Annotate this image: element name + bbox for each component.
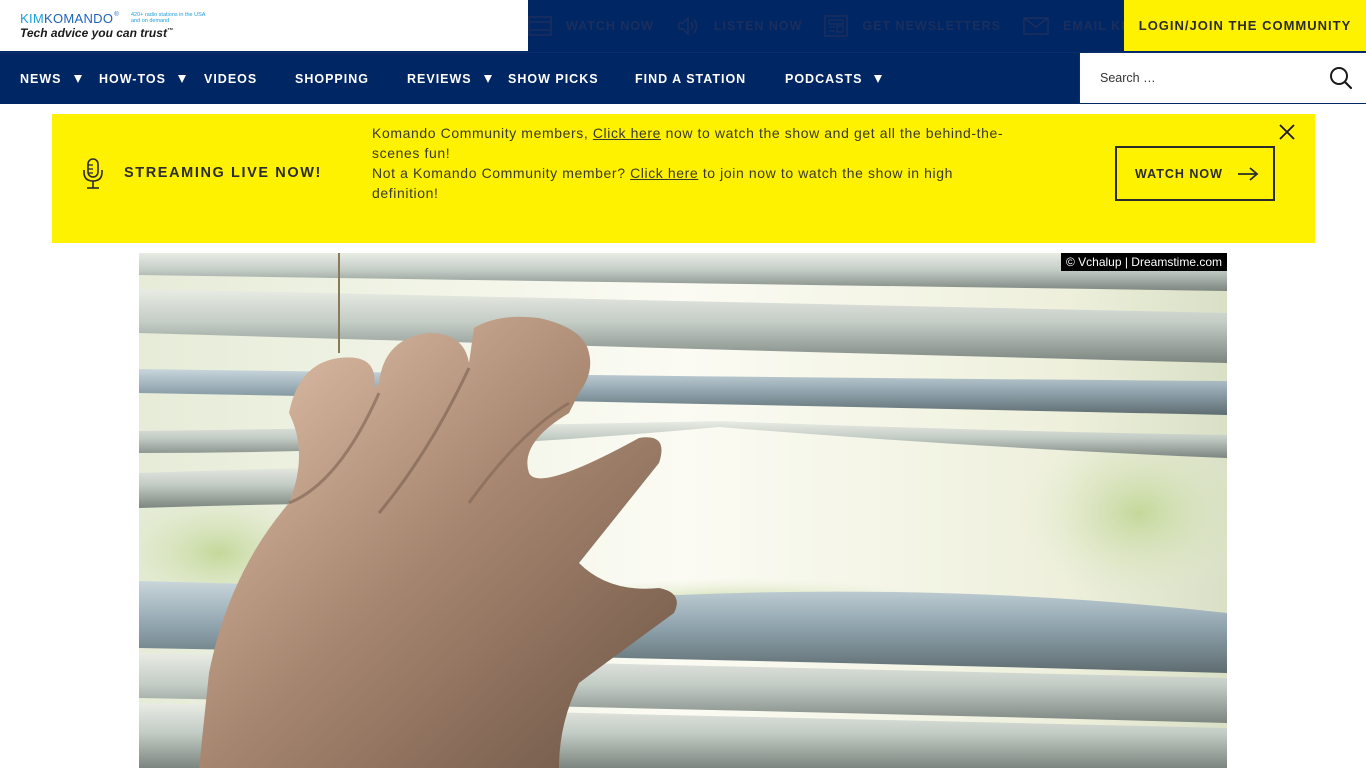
nav-item-reviews[interactable]: REVIEWS	[407, 53, 492, 104]
nav-item-find-a-station[interactable]: FIND A STATION	[635, 53, 746, 104]
nav-item-label: SHOPPING	[295, 71, 369, 86]
logo-tagline-small: 420+ radio stations in the USA and on de…	[131, 12, 206, 24]
search-input[interactable]	[1080, 53, 1320, 103]
watch-now-button[interactable]: WATCH NOW	[1115, 146, 1275, 201]
utility-link-email-kim[interactable]: EMAIL KIM	[1023, 16, 1137, 35]
photo-credit: © Vchalup | Dreamstime.com	[1060, 253, 1227, 271]
nav-item-podcasts[interactable]: PODCASTS	[785, 53, 883, 104]
search-icon[interactable]	[1328, 65, 1354, 91]
logo[interactable]: KIM KOMANDO ® 420+ radio stations in the…	[0, 0, 528, 51]
utility-link-newsletters[interactable]: GET NEWSLETTERS	[824, 14, 1002, 37]
banner-text: Komando Community members,	[372, 125, 593, 141]
logo-kim: KIM	[20, 11, 45, 26]
nav-item-label: HOW-TOS	[99, 71, 166, 86]
banner-message: Komando Community members, Click here no…	[372, 123, 1012, 203]
logo-slogan-text: Tech advice you can trust	[20, 26, 167, 40]
logo-registered: ®	[114, 12, 119, 18]
nav-item-label: FIND A STATION	[635, 71, 747, 86]
nav-item-label: VIDEOS	[204, 71, 258, 86]
top-utility-bar: KIM KOMANDO ® 420+ radio stations in the…	[0, 0, 1366, 52]
caret-down-icon[interactable]	[177, 74, 186, 83]
hero-image: © Vchalup | Dreamstime.com	[139, 253, 1227, 768]
banner-line-nonmembers: Not a Komando Community member? Click he…	[372, 163, 1012, 203]
login-join-button[interactable]: LOGIN/JOIN THE COMMUNITY	[1124, 0, 1366, 51]
utility-links: WATCH NOW LISTEN NOW GET NEWSLETTERS EMA…	[528, 0, 1159, 51]
streaming-live-banner: STREAMING LIVE NOW! Komando Community me…	[52, 114, 1315, 243]
caret-down-icon[interactable]	[73, 74, 82, 83]
watch-now-label: WATCH NOW	[1135, 166, 1223, 181]
utility-link-label: LISTEN NOW	[713, 18, 803, 33]
utility-link-label: WATCH NOW	[566, 18, 654, 33]
logo-trademark: ™	[166, 28, 173, 34]
caret-down-icon[interactable]	[874, 74, 883, 83]
main-navigation: NEWS HOW-TOS VIDEOS SHOPPING REVIEWS SHO…	[0, 52, 1366, 104]
blinds-hand-photo	[139, 253, 1227, 768]
logo-slogan: Tech advice you can trust™	[20, 26, 173, 40]
utility-link-label: GET NEWSLETTERS	[862, 18, 1002, 33]
nav-item-label: PODCASTS	[785, 71, 863, 86]
logo-komando: KOMANDO	[44, 11, 114, 26]
search-form	[1079, 53, 1366, 103]
streaming-title: STREAMING LIVE NOW!	[124, 165, 322, 181]
nav-item-show-picks[interactable]: SHOW PICKS	[508, 53, 599, 104]
video-player-icon	[528, 15, 552, 36]
members-click-here-link[interactable]: Click here	[593, 125, 661, 141]
utility-link-listen-now[interactable]: LISTEN NOW	[676, 15, 802, 37]
banner-text: Not a Komando Community member?	[372, 165, 631, 181]
envelope-icon	[1023, 16, 1049, 35]
logo-wordmark: KIM KOMANDO ®	[20, 11, 119, 26]
nav-item-news[interactable]: NEWS	[20, 53, 82, 104]
nav-item-label: NEWS	[20, 71, 62, 86]
utility-link-watch-now[interactable]: WATCH NOW	[528, 15, 654, 36]
join-click-here-link[interactable]: Click here	[630, 165, 698, 181]
microphone-icon	[83, 158, 103, 189]
nav-item-videos[interactable]: VIDEOS	[204, 53, 257, 104]
nav-item-how-tos[interactable]: HOW-TOS	[99, 53, 186, 104]
nav-item-label: SHOW PICKS	[508, 71, 599, 86]
nav-item-shopping[interactable]: SHOPPING	[295, 53, 369, 104]
speaker-icon	[678, 15, 698, 36]
newsletter-icon	[824, 14, 849, 37]
close-icon[interactable]	[1278, 123, 1296, 141]
arrow-right-icon	[1237, 166, 1259, 181]
caret-down-icon[interactable]	[483, 74, 492, 83]
banner-line-members: Komando Community members, Click here no…	[372, 123, 1012, 163]
nav-item-label: REVIEWS	[407, 71, 472, 86]
